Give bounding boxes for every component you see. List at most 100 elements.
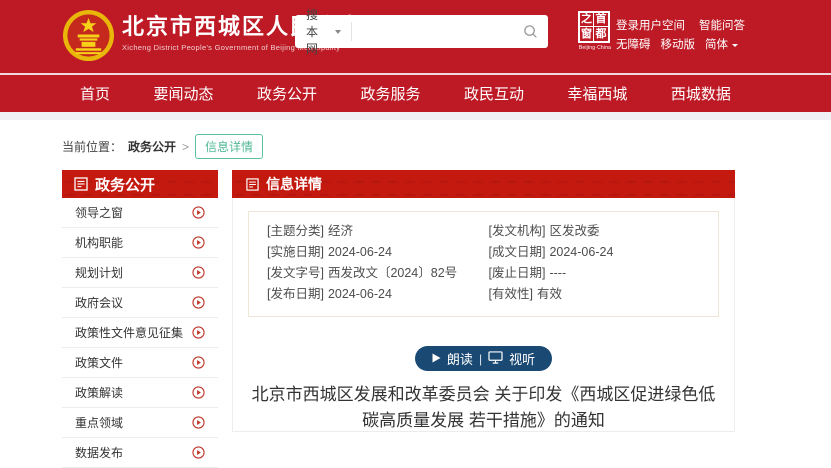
sidebar-item-key-areas[interactable]: 重点领域: [62, 408, 218, 438]
meta-label: [成文日期]: [489, 245, 546, 259]
meta-value: 经济: [328, 224, 353, 238]
nav-item-xicheng-data[interactable]: 西城数据: [671, 83, 731, 104]
nav-item-gov-disclosure[interactable]: 政务公开: [257, 83, 317, 104]
sidebar-item-leaders[interactable]: 领导之窗: [62, 198, 218, 228]
circled-arrow-icon: [192, 416, 205, 429]
main-panel: 信息详情 [主题分类] 经济 [发文机构]区发改委 [实施日期] 2024-06-2…: [232, 170, 735, 432]
chevron-down-icon: [732, 44, 738, 47]
mobile-version-link[interactable]: 移动版: [661, 36, 696, 55]
search-box: 搜本网: [295, 15, 548, 48]
meta-value: 有效: [537, 287, 562, 301]
accessibility-link[interactable]: 无障碍: [616, 36, 651, 55]
meta-label: [有效性]: [489, 287, 533, 301]
sidebar-item-label: 政府会议: [75, 294, 123, 311]
read-aloud-label: 朗读: [447, 349, 473, 368]
login-user-space-link[interactable]: 登录用户空间: [616, 17, 685, 36]
meta-label: [实施日期]: [267, 245, 324, 259]
sidebar-item-label: 机构职能: [75, 234, 123, 251]
sidebar-item-label: 政策文件: [75, 354, 123, 371]
breadcrumb: 当前位置： 政务公开 > 信息详情: [62, 134, 263, 159]
monitor-icon: [488, 351, 503, 367]
sidebar-item-label: 政策性文件意见征集: [75, 324, 183, 341]
search-icon[interactable]: [523, 24, 538, 39]
sidebar-item-policy-consultation[interactable]: 政策性文件意见征集: [62, 318, 218, 348]
meta-implementation-date: [实施日期] 2024-06-24: [267, 242, 479, 263]
language-label: 简体: [705, 36, 728, 55]
article-detail: [主题分类] 经济 [发文机构]区发改委 [实施日期] 2024-06-24 [成文…: [232, 198, 735, 432]
sidebar-item-meetings[interactable]: 政府会议: [62, 288, 218, 318]
breadcrumb-prefix: 当前位置：: [62, 138, 122, 155]
meta-issuing-agency: [发文机构]区发改委: [489, 221, 701, 242]
seal-char: 首: [594, 13, 608, 27]
breadcrumb-section-link[interactable]: 政务公开: [128, 138, 176, 155]
article-title: 北京市西城区发展和改革委员会 关于印发《西城区促进绿色低碳高质量发展 若干措施》…: [248, 382, 719, 435]
sidebar-menu: 领导之窗 机构职能 规划计划 政府会议 政策性文件意见征集 政策文件: [62, 198, 218, 468]
circled-arrow-icon: [192, 356, 205, 369]
sidebar-item-label: 政策解读: [75, 384, 123, 401]
meta-validity: [有效性] 有效: [489, 284, 701, 305]
meta-signed-date: [成文日期]2024-06-24: [489, 242, 701, 263]
meta-label: [发文机构]: [489, 224, 546, 238]
sidebar-item-functions[interactable]: 机构职能: [62, 228, 218, 258]
meta-value: 2024-06-24: [328, 245, 392, 259]
breadcrumb-separator: >: [182, 140, 189, 154]
main-panel-header: 信息详情: [232, 170, 735, 198]
document-icon: [246, 178, 259, 191]
document-icon: [74, 177, 88, 191]
seal-caption: Beijing·China: [578, 45, 612, 51]
national-emblem-icon: [62, 9, 115, 62]
button-divider: |: [479, 352, 482, 366]
meta-value: 2024-06-24: [549, 245, 613, 259]
sidebar-item-label: 数据发布: [75, 444, 123, 461]
meta-label: [主题分类]: [267, 224, 324, 238]
sidebar-title: 政务公开: [95, 174, 155, 195]
meta-label: [废止日期]: [489, 266, 546, 280]
nav-bottom-strip: [0, 112, 831, 120]
sidebar: 政务公开 领导之窗 机构职能 规划计划 政府会议 政策性文件意见征集: [62, 170, 218, 468]
nav-item-happy-xicheng[interactable]: 幸福西城: [567, 83, 627, 104]
seal-char: 窗: [580, 27, 594, 41]
meta-repeal-date: [废止日期]----: [489, 263, 701, 284]
main-panel-title: 信息详情: [266, 174, 322, 194]
meta-value: 区发改委: [549, 224, 599, 238]
sidebar-item-label: 领导之窗: [75, 204, 123, 221]
search-input[interactable]: [352, 19, 523, 45]
meta-value: 西发改文〔2024〕82号: [328, 266, 457, 280]
site-header: 北京市西城区人民政府 Xicheng District People's Gov…: [0, 0, 831, 73]
circled-arrow-icon: [192, 206, 205, 219]
sidebar-header: 政务公开: [62, 170, 218, 198]
nav-item-interaction[interactable]: 政民互动: [464, 83, 524, 104]
search-scope-dropdown[interactable]: 搜本网: [295, 22, 352, 41]
meta-document-number: [发文字号] 西发改文〔2024〕82号: [267, 263, 479, 284]
nav-item-gov-services[interactable]: 政务服务: [360, 83, 420, 104]
circled-arrow-icon: [192, 296, 205, 309]
capital-window-seal-icon[interactable]: 之 首 窗 都 Beijing·China: [578, 11, 612, 51]
language-switcher[interactable]: 简体: [705, 36, 738, 55]
smart-qa-link[interactable]: 智能问答: [699, 17, 745, 36]
meta-label: [发文字号]: [267, 266, 324, 280]
meta-label: [发布日期]: [267, 287, 324, 301]
chevron-down-icon: [335, 30, 341, 34]
sidebar-item-data-release[interactable]: 数据发布: [62, 438, 218, 468]
sidebar-item-label: 重点领域: [75, 414, 123, 431]
breadcrumb-current-badge: 信息详情: [195, 134, 263, 159]
meta-value: 2024-06-24: [328, 287, 392, 301]
header-quick-links: 登录用户空间 智能问答 无障碍 移动版 简体: [616, 17, 745, 55]
circled-arrow-icon: [192, 236, 205, 249]
nav-item-home[interactable]: 首页: [80, 83, 110, 104]
meta-publish-date: [发布日期] 2024-06-24: [267, 284, 479, 305]
sidebar-item-plans[interactable]: 规划计划: [62, 258, 218, 288]
nav-item-news[interactable]: 要闻动态: [153, 83, 213, 104]
sidebar-item-policy-documents[interactable]: 政策文件: [62, 348, 218, 378]
main-nav: 首页 要闻动态 政务公开 政务服务 政民互动 幸福西城 西城数据: [0, 73, 831, 112]
sidebar-item-label: 规划计划: [75, 264, 123, 281]
meta-topic-category: [主题分类] 经济: [267, 221, 479, 242]
page: 北京市西城区人民政府 Xicheng District People's Gov…: [0, 0, 831, 432]
article-actions: 朗读 | 视听: [248, 346, 719, 371]
seal-char: 都: [594, 27, 608, 41]
play-icon: [432, 351, 441, 366]
document-meta-box: [主题分类] 经济 [发文机构]区发改委 [实施日期] 2024-06-24 [成文…: [248, 211, 719, 317]
read-aloud-video-button[interactable]: 朗读 | 视听: [415, 346, 552, 371]
sidebar-item-policy-interpretation[interactable]: 政策解读: [62, 378, 218, 408]
circled-arrow-icon: [192, 326, 205, 339]
